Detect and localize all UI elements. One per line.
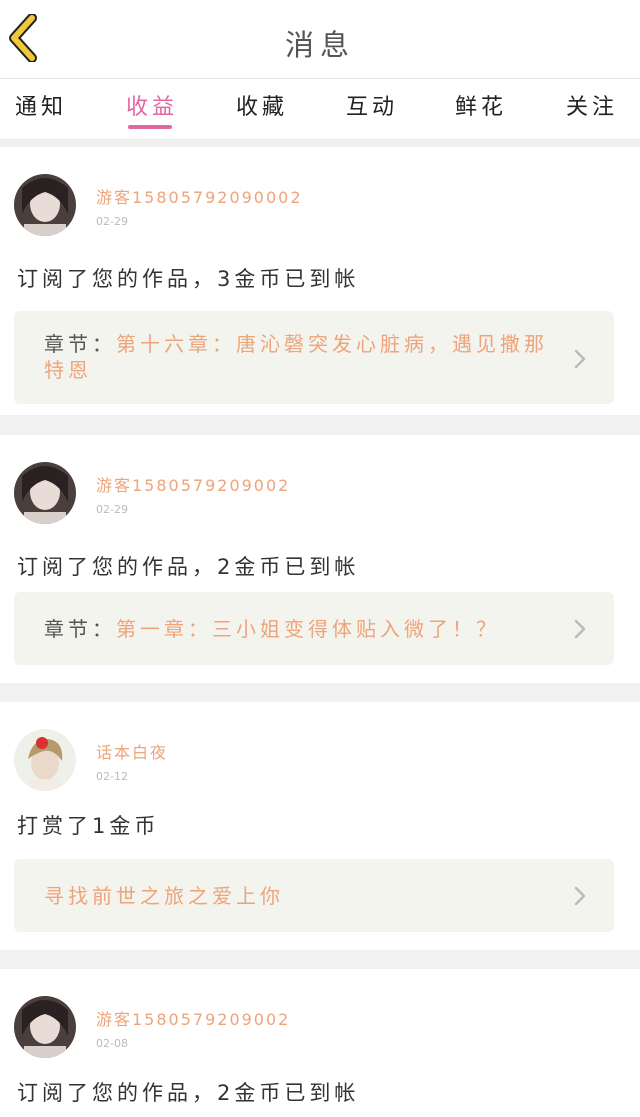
user-avatar-icon: [14, 462, 76, 524]
message-text: 打赏了1金币: [17, 814, 160, 838]
top-bar: 消息: [0, 0, 640, 79]
tab-label: 关注: [566, 95, 619, 120]
tab-flowers[interactable]: 鲜花: [455, 89, 507, 139]
tab-bar: 通知 收益 收藏 互动 鲜花 关注: [0, 79, 640, 140]
tab-favorites[interactable]: 收藏: [236, 89, 288, 139]
username[interactable]: 游客15805792090002: [96, 184, 303, 208]
avatar[interactable]: [14, 174, 76, 236]
chevron-right-icon: [574, 349, 586, 369]
chapter-text: 寻找前世之旅之爱上你: [44, 883, 564, 909]
message-text: 订阅了您的作品，2金币已到帐: [17, 555, 360, 579]
message-text: 订阅了您的作品，2金币已到帐: [17, 1081, 360, 1105]
avatar[interactable]: [14, 729, 76, 791]
message-card: 游客1580579209002 02-08 订阅了您的作品，2金币已到帐: [0, 969, 640, 1117]
user-avatar-icon: [14, 996, 76, 1058]
avatar[interactable]: [14, 996, 76, 1058]
tab-label: 收藏: [236, 95, 289, 120]
chapter-link[interactable]: 章节：第一章：三小姐变得体贴入微了！？: [14, 592, 614, 665]
chapter-link[interactable]: 章节：第十六章：唐沁磬突发心脏病，遇见撒那特恩: [14, 311, 614, 404]
message-card: 游客1580579209002 02-29 订阅了您的作品，2金币已到帐 章节：…: [0, 435, 640, 683]
user-avatar-icon: [14, 174, 76, 236]
active-tab-indicator: [128, 125, 173, 129]
chapter-title: 第十六章：唐沁磬突发心脏病，遇见撒那特恩: [44, 332, 548, 382]
message-date: 02-29: [96, 215, 128, 228]
message-card: 话本白夜 02-12 打赏了1金币 寻找前世之旅之爱上你: [0, 702, 640, 950]
message-card: 游客15805792090002 02-29 订阅了您的作品，3金币已到帐 章节…: [0, 147, 640, 415]
chapter-title: 寻找前世之旅之爱上你: [44, 884, 284, 908]
tab-interactions[interactable]: 互动: [346, 89, 398, 139]
chapter-text: 章节：第一章：三小姐变得体贴入微了！？: [44, 616, 564, 642]
chevron-right-icon: [574, 886, 586, 906]
message-list: 游客15805792090002 02-29 订阅了您的作品，3金币已到帐 章节…: [0, 140, 640, 1117]
username[interactable]: 游客1580579209002: [96, 1006, 290, 1030]
tab-label: 通知: [15, 95, 68, 120]
chapter-text: 章节：第十六章：唐沁磬突发心脏病，遇见撒那特恩: [44, 331, 564, 383]
tab-earnings[interactable]: 收益: [126, 89, 178, 139]
message-date: 02-08: [96, 1037, 128, 1050]
avatar[interactable]: [14, 462, 76, 524]
message-text: 订阅了您的作品，3金币已到帐: [17, 267, 360, 291]
chevron-right-icon: [574, 619, 586, 639]
chapter-prefix: 章节：: [44, 332, 116, 356]
tab-label: 鲜花: [455, 95, 508, 120]
chapter-title: 第一章：三小姐变得体贴入微了！？: [116, 617, 500, 641]
tab-follows[interactable]: 关注: [566, 89, 618, 139]
chapter-prefix: 章节：: [44, 617, 116, 641]
tab-label: 收益: [126, 95, 179, 120]
username[interactable]: 话本白夜: [96, 739, 168, 763]
message-date: 02-29: [96, 503, 128, 516]
tab-label: 互动: [346, 95, 399, 120]
page-title: 消息: [284, 28, 355, 62]
message-date: 02-12: [96, 770, 128, 783]
user-avatar-icon: [14, 729, 76, 791]
tab-notifications[interactable]: 通知: [15, 89, 67, 139]
chapter-link[interactable]: 寻找前世之旅之爱上你: [14, 859, 614, 932]
username[interactable]: 游客1580579209002: [96, 472, 290, 496]
